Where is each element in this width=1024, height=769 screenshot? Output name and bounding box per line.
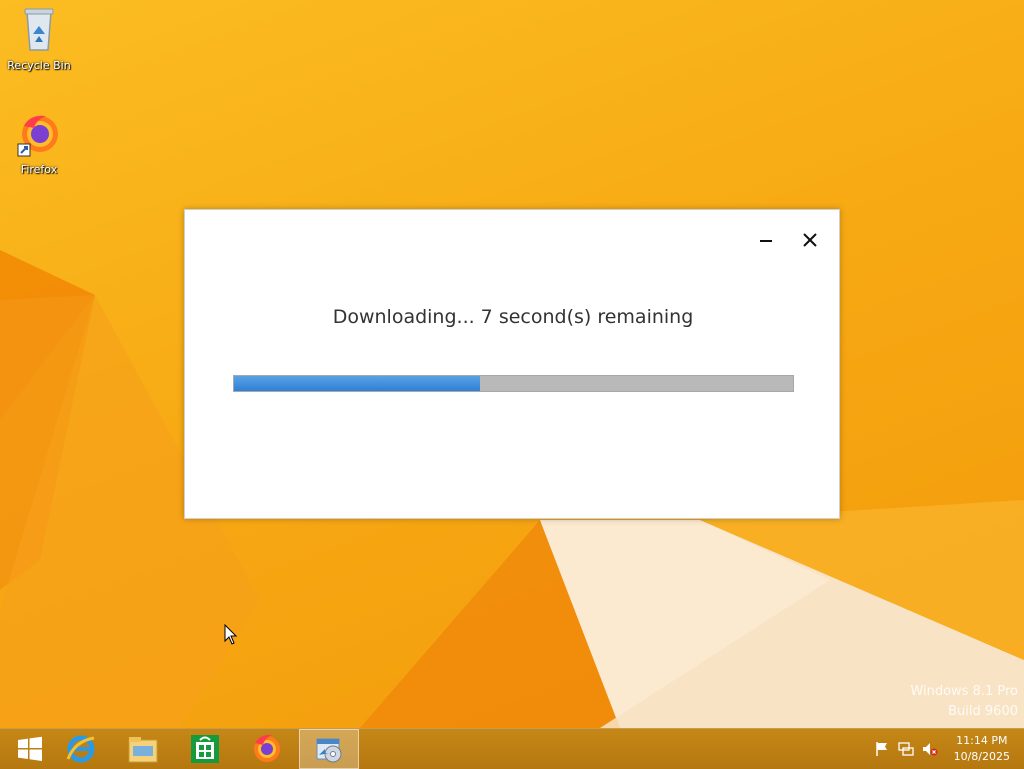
taskbar-internet-explorer[interactable]: [51, 729, 111, 769]
desktop-icon-label: Firefox: [20, 163, 58, 176]
download-progress-bar: [233, 375, 794, 392]
progress-fill: [234, 376, 480, 391]
taskbar: 11:14 PM 10/8/2025: [0, 728, 1024, 769]
minimize-button[interactable]: [751, 228, 781, 252]
watermark-build: Build 9600: [948, 704, 1018, 719]
file-explorer-icon: [128, 737, 158, 763]
close-button[interactable]: [795, 228, 825, 252]
speaker-muted-icon[interactable]: [922, 741, 938, 757]
internet-explorer-icon: [66, 735, 95, 763]
windows-watermark: Windows 8.1 Pro Build 9600: [910, 684, 1018, 719]
taskbar-file-explorer[interactable]: [113, 729, 173, 769]
watermark-edition: Windows 8.1 Pro: [910, 684, 1018, 699]
desktop: Recycle Bin Firefox Windows 8.1 Pro Buil…: [0, 0, 1024, 728]
mouse-cursor-icon: [224, 624, 238, 645]
taskbar-clock[interactable]: 11:14 PM 10/8/2025: [954, 733, 1010, 765]
taskbar-installer-app[interactable]: [299, 729, 359, 769]
firefox-icon: [17, 115, 58, 157]
windows-start-icon: [18, 736, 42, 761]
network-icon[interactable]: [898, 741, 914, 757]
taskbar-store[interactable]: [175, 729, 235, 769]
clock-date: 10/8/2025: [953, 750, 1010, 763]
download-dialog: Downloading... 7 second(s) remaining: [184, 209, 840, 519]
desktop-icon-recycle-bin[interactable]: Recycle Bin: [1, 6, 77, 72]
taskbar-firefox[interactable]: [237, 729, 297, 769]
download-status-text: Downloading... 7 second(s) remaining: [332, 306, 694, 328]
flag-icon[interactable]: [874, 741, 890, 757]
desktop-icon-firefox[interactable]: Firefox: [1, 112, 77, 176]
firefox-icon: [254, 734, 280, 762]
minimize-icon: [760, 240, 772, 242]
store-icon: [191, 735, 219, 763]
desktop-icon-label: Recycle Bin: [7, 59, 71, 72]
clock-time: 11:14 PM: [956, 734, 1008, 747]
close-icon: [803, 233, 817, 247]
installer-app-icon: [316, 738, 342, 763]
recycle-bin-icon: [24, 8, 54, 51]
